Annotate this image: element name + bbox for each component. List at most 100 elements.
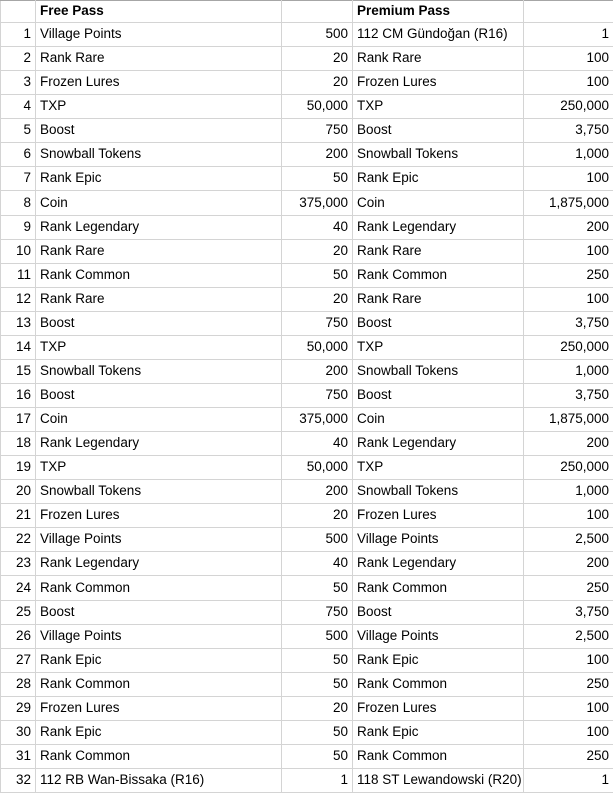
premium-pass-reward-amount: 250 bbox=[523, 744, 613, 769]
premium-pass-reward-name: TXP bbox=[352, 94, 524, 120]
table-row: 3 Frozen Lures 20 Frozen Lures 100 bbox=[0, 70, 613, 96]
free-pass-reward-name: TXP bbox=[35, 335, 282, 360]
premium-pass-reward-name: 118 ST Lewandowski (R20) bbox=[352, 768, 524, 793]
premium-pass-reward-amount: 200 bbox=[523, 431, 613, 457]
row-index-cell: 28 bbox=[0, 672, 36, 697]
premium-pass-reward-name: Village Points bbox=[352, 624, 524, 649]
free-pass-reward-amount: 50 bbox=[281, 744, 353, 769]
free-pass-reward-name: TXP bbox=[35, 455, 282, 481]
table-row: 5 Boost 750 Boost 3,750 bbox=[0, 118, 613, 144]
row-index-cell: 22 bbox=[0, 527, 36, 553]
row-index-cell: 9 bbox=[0, 215, 36, 240]
table-row: 4 TXP 50,000 TXP 250,000 bbox=[0, 94, 613, 120]
free-pass-reward-name: Boost bbox=[35, 118, 282, 144]
premium-pass-reward-amount: 250,000 bbox=[523, 94, 613, 120]
premium-pass-reward-name: Frozen Lures bbox=[352, 696, 524, 721]
table-row: 29 Frozen Lures 20 Frozen Lures 100 bbox=[0, 696, 613, 721]
free-pass-reward-amount: 1 bbox=[281, 768, 353, 793]
row-index-cell: 2 bbox=[0, 46, 36, 72]
table-row: 11 Rank Common 50 Rank Common 250 bbox=[0, 263, 613, 288]
premium-pass-reward-amount: 200 bbox=[523, 551, 613, 577]
premium-pass-reward-name: Boost bbox=[352, 600, 524, 625]
row-index-cell: 11 bbox=[0, 263, 36, 288]
premium-pass-reward-name: Rank Epic bbox=[352, 648, 524, 673]
free-pass-reward-name: Rank Legendary bbox=[35, 431, 282, 457]
table-row: 26 Village Points 500 Village Points 2,500 bbox=[0, 624, 613, 649]
row-index-cell: 15 bbox=[0, 359, 36, 384]
free-pass-reward-amount: 200 bbox=[281, 359, 353, 384]
table-row: 7 Rank Epic 50 Rank Epic 100 bbox=[0, 166, 613, 192]
premium-pass-reward-amount: 100 bbox=[523, 696, 613, 721]
row-index-cell: 27 bbox=[0, 648, 36, 673]
premium-pass-reward-amount: 250,000 bbox=[523, 455, 613, 481]
free-pass-reward-name: Boost bbox=[35, 311, 282, 336]
row-index-cell: 32 bbox=[0, 768, 36, 793]
free-pass-reward-name: Snowball Tokens bbox=[35, 359, 282, 384]
premium-pass-reward-name: Coin bbox=[352, 190, 524, 216]
premium-pass-reward-name: Snowball Tokens bbox=[352, 142, 524, 168]
premium-pass-reward-name: Rank Epic bbox=[352, 720, 524, 745]
free-pass-reward-amount: 750 bbox=[281, 311, 353, 336]
free-pass-reward-amount: 20 bbox=[281, 696, 353, 721]
table-row: 12 Rank Rare 20 Rank Rare 100 bbox=[0, 287, 613, 312]
premium-pass-reward-name: Rank Common bbox=[352, 744, 524, 769]
premium-pass-reward-name: Coin bbox=[352, 407, 524, 433]
column-header-premium-pass-amount bbox=[523, 0, 613, 23]
row-index-cell: 5 bbox=[0, 118, 36, 144]
premium-pass-reward-amount: 250,000 bbox=[523, 335, 613, 360]
free-pass-reward-name: Rank Common bbox=[35, 263, 282, 288]
free-pass-reward-amount: 500 bbox=[281, 22, 353, 48]
premium-pass-reward-amount: 100 bbox=[523, 239, 613, 264]
free-pass-reward-name: Snowball Tokens bbox=[35, 142, 282, 168]
free-pass-reward-amount: 500 bbox=[281, 624, 353, 649]
free-pass-reward-name: Rank Common bbox=[35, 672, 282, 697]
premium-pass-reward-amount: 2,500 bbox=[523, 624, 613, 649]
table-row: 22 Village Points 500 Village Points 2,500 bbox=[0, 527, 613, 553]
free-pass-reward-name: Village Points bbox=[35, 527, 282, 553]
free-pass-reward-name: Frozen Lures bbox=[35, 696, 282, 721]
row-index-cell: 1 bbox=[0, 22, 36, 48]
premium-pass-reward-name: Rank Legendary bbox=[352, 215, 524, 240]
table-row: 15 Snowball Tokens 200 Snowball Tokens 1,000 bbox=[0, 359, 613, 384]
row-index-cell: 16 bbox=[0, 383, 36, 409]
table-row: 19 TXP 50,000 TXP 250,000 bbox=[0, 455, 613, 481]
free-pass-reward-name: Rank Epic bbox=[35, 648, 282, 673]
free-pass-reward-name: Village Points bbox=[35, 22, 282, 48]
free-pass-reward-name: Rank Common bbox=[35, 744, 282, 769]
free-pass-reward-name: 112 RB Wan-Bissaka (R16) bbox=[35, 768, 282, 793]
row-index-cell: 4 bbox=[0, 94, 36, 120]
row-index-cell: 19 bbox=[0, 455, 36, 481]
free-pass-reward-amount: 500 bbox=[281, 527, 353, 553]
free-pass-reward-amount: 20 bbox=[281, 46, 353, 72]
premium-pass-reward-name: Frozen Lures bbox=[352, 503, 524, 529]
table-header-row: Free Pass Premium Pass bbox=[0, 0, 613, 23]
premium-pass-reward-amount: 100 bbox=[523, 648, 613, 673]
row-index-cell: 12 bbox=[0, 287, 36, 312]
free-pass-reward-name: Rank Legendary bbox=[35, 551, 282, 577]
table-row: 13 Boost 750 Boost 3,750 bbox=[0, 311, 613, 336]
free-pass-reward-name: TXP bbox=[35, 94, 282, 120]
free-pass-reward-amount: 20 bbox=[281, 70, 353, 96]
premium-pass-reward-amount: 200 bbox=[523, 215, 613, 240]
free-pass-reward-amount: 50,000 bbox=[281, 94, 353, 120]
premium-pass-reward-amount: 100 bbox=[523, 166, 613, 192]
table-row: 16 Boost 750 Boost 3,750 bbox=[0, 383, 613, 409]
free-pass-reward-amount: 40 bbox=[281, 431, 353, 457]
premium-pass-reward-name: 112 CM Gündoğan (R16) bbox=[352, 22, 524, 48]
premium-pass-reward-name: TXP bbox=[352, 335, 524, 360]
free-pass-reward-amount: 50 bbox=[281, 648, 353, 673]
premium-pass-reward-amount: 1,000 bbox=[523, 142, 613, 168]
row-index-cell: 8 bbox=[0, 190, 36, 216]
free-pass-reward-amount: 20 bbox=[281, 287, 353, 312]
free-pass-reward-name: Boost bbox=[35, 600, 282, 625]
premium-pass-reward-name: Rank Common bbox=[352, 672, 524, 697]
row-index-cell: 20 bbox=[0, 479, 36, 505]
free-pass-reward-amount: 50,000 bbox=[281, 455, 353, 481]
row-index-cell: 14 bbox=[0, 335, 36, 360]
column-header-premium-pass: Premium Pass bbox=[352, 0, 524, 23]
premium-pass-reward-name: TXP bbox=[352, 455, 524, 481]
premium-pass-reward-amount: 1,875,000 bbox=[523, 407, 613, 433]
free-pass-reward-amount: 20 bbox=[281, 503, 353, 529]
free-pass-reward-amount: 40 bbox=[281, 551, 353, 577]
free-pass-reward-name: Rank Rare bbox=[35, 287, 282, 312]
